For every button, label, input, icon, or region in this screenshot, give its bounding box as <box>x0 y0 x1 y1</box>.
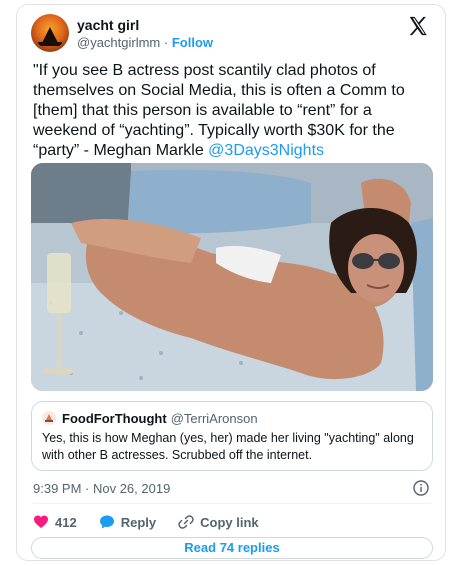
mention-link[interactable]: @3Days3Nights <box>208 142 324 159</box>
like-button[interactable]: 412 <box>33 514 77 530</box>
x-logo-icon[interactable] <box>407 15 429 37</box>
info-icon[interactable] <box>413 480 429 496</box>
tweet-text: "If you see B actress post scantily clad… <box>33 61 437 161</box>
heart-icon <box>34 515 48 528</box>
divider <box>33 503 431 504</box>
copy-link-button[interactable]: Copy link <box>178 514 259 530</box>
quoted-tweet[interactable]: FoodForThought @TerriAronson Yes, this is… <box>31 401 433 471</box>
quote-author-handle: @TerriAronson <box>170 411 258 426</box>
reply-label: Reply <box>120 514 157 530</box>
quote-author: FoodForThought @TerriAronson <box>62 411 258 426</box>
author-handle-row: @yachtgirlmm · Follow <box>77 35 213 50</box>
avatar[interactable] <box>31 14 69 52</box>
quote-text: Yes, this is how Meghan (yes, her) made … <box>42 431 414 462</box>
reply-button[interactable]: Reply <box>99 514 156 530</box>
read-replies-button[interactable]: Read 74 replies <box>31 537 433 559</box>
follow-button[interactable]: Follow <box>172 35 213 50</box>
copy-link-label: Copy link <box>200 514 259 530</box>
author-name[interactable]: yacht girl <box>77 17 139 33</box>
tweet-card: yacht girl @yachtgirlmm · Follow "If you… <box>16 4 446 561</box>
separator: · <box>163 35 169 50</box>
link-icon <box>178 515 194 529</box>
reply-icon <box>99 515 114 529</box>
action-bar: 412 Reply Copy link <box>33 512 281 532</box>
author-handle[interactable]: @yachtgirlmm <box>77 35 160 50</box>
tweet-photo[interactable] <box>31 163 433 391</box>
photo-image <box>31 163 433 391</box>
like-count: 412 <box>55 514 77 530</box>
quote-author-name: FoodForThought <box>62 411 167 426</box>
quote-avatar-icon <box>42 411 56 425</box>
timestamp[interactable]: 9:39 PM · Nov 26, 2019 <box>33 481 170 496</box>
